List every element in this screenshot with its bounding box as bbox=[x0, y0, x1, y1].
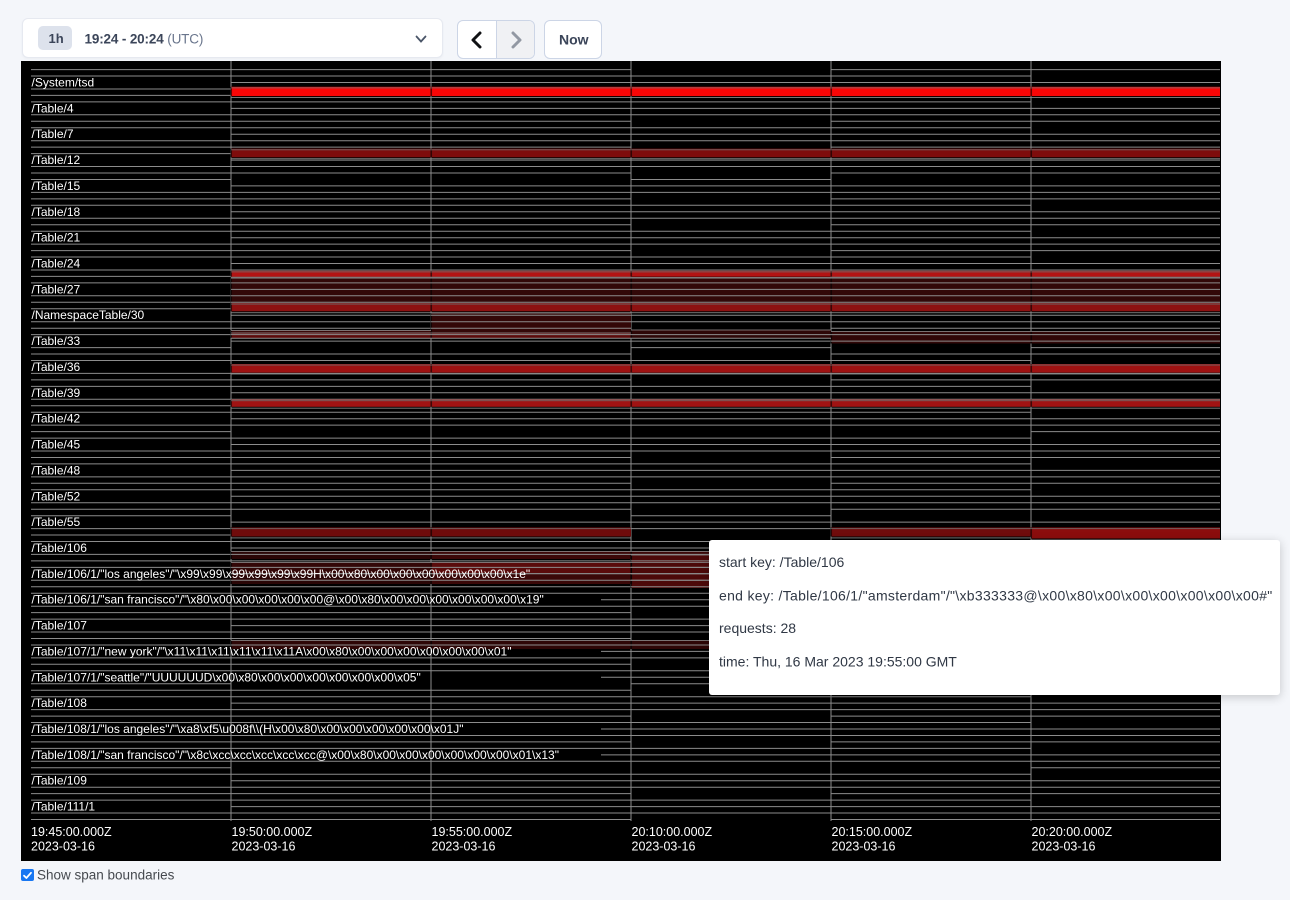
svg-text:start key: /Table/106: start key: /Table/106 bbox=[719, 554, 845, 570]
svg-text:/Table/39: /Table/39 bbox=[32, 386, 81, 400]
svg-text:Show span boundaries: Show span boundaries bbox=[37, 868, 175, 883]
svg-text:/Table/45: /Table/45 bbox=[32, 438, 81, 452]
svg-text:/Table/15: /Table/15 bbox=[32, 179, 81, 193]
svg-text:20:15:00.000Z: 20:15:00.000Z bbox=[832, 825, 913, 839]
svg-text:/Table/7: /Table/7 bbox=[32, 127, 74, 141]
svg-text:/Table/18: /Table/18 bbox=[32, 205, 81, 219]
svg-text:19:50:00.000Z: 19:50:00.000Z bbox=[232, 825, 313, 839]
svg-text:/Table/36: /Table/36 bbox=[32, 360, 81, 374]
svg-text:19:55:00.000Z: 19:55:00.000Z bbox=[432, 825, 513, 839]
svg-text:/Table/108/1/"san francisco"/": /Table/108/1/"san francisco"/"\x8c\xcc\x… bbox=[32, 748, 559, 762]
svg-text:/Table/107/1/"new york"/"\x11\: /Table/107/1/"new york"/"\x11\x11\x11\x1… bbox=[32, 644, 512, 658]
svg-text:20:20:00.000Z: 20:20:00.000Z bbox=[1032, 825, 1113, 839]
svg-text:/System/tsd: /System/tsd bbox=[32, 76, 95, 90]
svg-text:/Table/107/1/"seattle"/"UUUUUU: /Table/107/1/"seattle"/"UUUUUUD\x00\x80\… bbox=[32, 670, 421, 684]
svg-text:/Table/55: /Table/55 bbox=[32, 515, 81, 529]
svg-text:2023-03-16: 2023-03-16 bbox=[1032, 840, 1096, 854]
svg-text:time: Thu, 16 Mar 2023 19:55:0: time: Thu, 16 Mar 2023 19:55:00 GMT bbox=[719, 654, 957, 670]
svg-text:19:45:00.000Z: 19:45:00.000Z bbox=[31, 825, 112, 839]
svg-text:/Table/4: /Table/4 bbox=[32, 101, 74, 115]
svg-text:2023-03-16: 2023-03-16 bbox=[432, 840, 496, 854]
svg-text:/Table/21: /Table/21 bbox=[32, 231, 81, 245]
svg-text:2023-03-16: 2023-03-16 bbox=[232, 840, 296, 854]
svg-text:/Table/111/1: /Table/111/1 bbox=[32, 800, 96, 814]
svg-text:/Table/109: /Table/109 bbox=[32, 774, 88, 788]
svg-text:/Table/108: /Table/108 bbox=[32, 696, 88, 710]
svg-text:/Table/107: /Table/107 bbox=[32, 619, 88, 633]
svg-text:/Table/48: /Table/48 bbox=[32, 463, 81, 477]
svg-text:Now: Now bbox=[559, 32, 589, 48]
svg-text:/Table/12: /Table/12 bbox=[32, 153, 81, 167]
svg-text:end key: /Table/106/1/"amsterd: end key: /Table/106/1/"amsterdam"/"\xb33… bbox=[719, 588, 1273, 604]
svg-text:/Table/24: /Table/24 bbox=[32, 257, 81, 271]
svg-text:/Table/108/1/"los angeles"/"\x: /Table/108/1/"los angeles"/"\xa8\xf5\u00… bbox=[32, 722, 464, 736]
svg-text:2023-03-16: 2023-03-16 bbox=[632, 840, 696, 854]
svg-text:/Table/106/1/"los angeles"/"\x: /Table/106/1/"los angeles"/"\x99\x99\x99… bbox=[32, 567, 531, 581]
svg-text:/Table/106: /Table/106 bbox=[32, 541, 88, 555]
svg-text:/NamespaceTable/30: /NamespaceTable/30 bbox=[32, 308, 145, 322]
svg-text:requests: 28: requests: 28 bbox=[719, 620, 796, 636]
svg-text:1h: 1h bbox=[49, 31, 64, 46]
svg-text:20:10:00.000Z: 20:10:00.000Z bbox=[632, 825, 713, 839]
svg-text:/Table/27: /Table/27 bbox=[32, 282, 81, 296]
svg-text:/Table/106/1/"san francisco"/": /Table/106/1/"san francisco"/"\x80\x00\x… bbox=[32, 593, 544, 607]
svg-text:/Table/52: /Table/52 bbox=[32, 489, 81, 503]
svg-text:2023-03-16: 2023-03-16 bbox=[832, 840, 896, 854]
svg-text:19:24 - 20:24 (UTC): 19:24 - 20:24 (UTC) bbox=[85, 32, 204, 47]
svg-text:2023-03-16: 2023-03-16 bbox=[31, 840, 95, 854]
svg-text:/Table/33: /Table/33 bbox=[32, 334, 81, 348]
svg-text:/Table/42: /Table/42 bbox=[32, 412, 81, 426]
